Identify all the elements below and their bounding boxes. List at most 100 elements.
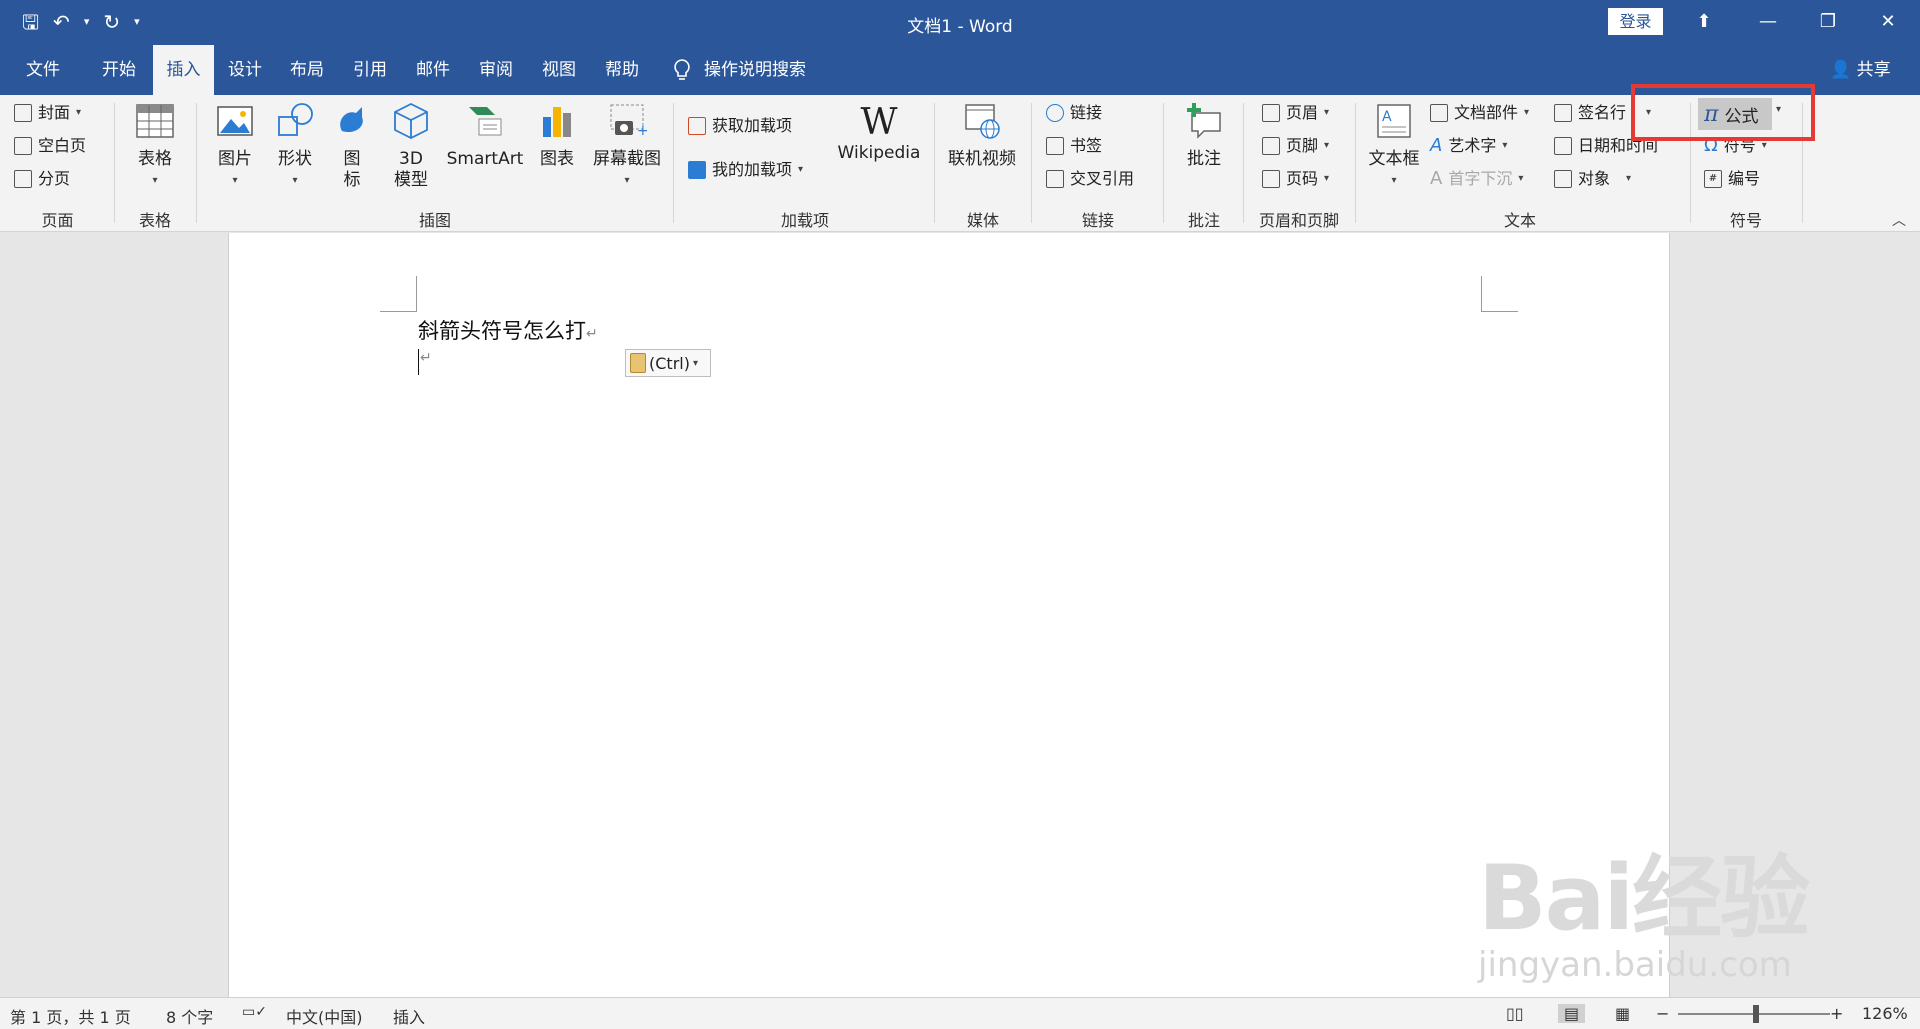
- chevron-down-icon: ▾: [1324, 140, 1330, 151]
- chevron-down-icon: ▾: [1324, 173, 1330, 184]
- signature-line-icon: [1554, 104, 1572, 122]
- wordart-button[interactable]: A 艺术字 ▾: [1430, 133, 1507, 159]
- wordart-label: 艺术字: [1448, 136, 1497, 155]
- proofing-icon[interactable]: ▭✓: [242, 1004, 267, 1020]
- link-label: 链接: [1070, 103, 1103, 122]
- get-addins-label: 获取加载项: [712, 116, 793, 135]
- group-label-tables: 表格: [138, 211, 171, 230]
- page-count[interactable]: 第 1 页，共 1 页: [10, 1004, 131, 1028]
- cube-icon: [394, 102, 428, 140]
- number-button[interactable]: # 编号: [1704, 166, 1760, 192]
- read-mode-icon[interactable]: ▯▯: [1506, 1004, 1524, 1023]
- page-number-button[interactable]: 页码 ▾: [1262, 166, 1329, 192]
- picture-button[interactable]: 图片 ▾: [210, 101, 260, 191]
- tab-mailings[interactable]: 邮件: [416, 45, 450, 95]
- page-break-button[interactable]: 分页: [14, 166, 70, 192]
- my-addins-button[interactable]: 我的加载项 ▾: [688, 157, 803, 183]
- paste-options-button[interactable]: (Ctrl) ▾: [625, 349, 711, 377]
- watermark-url: jingyan.baidu.com: [1478, 945, 1792, 985]
- collapse-ribbon-icon[interactable]: ︿: [1892, 210, 1906, 230]
- screenshot-button[interactable]: + 屏幕截图 ▾: [588, 101, 666, 191]
- chart-label: 图表: [540, 149, 574, 169]
- document-page[interactable]: [228, 233, 1670, 997]
- zoom-out-button[interactable]: −: [1656, 1004, 1669, 1023]
- close-icon[interactable]: ✕: [1866, 8, 1910, 36]
- new-comment-icon: [1187, 103, 1221, 139]
- tab-home[interactable]: 开始: [102, 45, 136, 95]
- bookmark-button[interactable]: 书签: [1046, 133, 1102, 159]
- print-layout-icon[interactable]: ▤: [1558, 1004, 1586, 1023]
- online-video-button[interactable]: 联机视频: [942, 101, 1022, 170]
- header-button[interactable]: 页眉 ▾: [1262, 100, 1329, 126]
- ribbon-display-options-icon[interactable]: ⬆: [1682, 8, 1726, 36]
- quick-parts-button[interactable]: 文档部件 ▾: [1430, 100, 1529, 126]
- comment-button[interactable]: 批注: [1174, 101, 1234, 170]
- smartart-button[interactable]: SmartArt: [444, 101, 526, 170]
- crop-mark-top-right: [1481, 276, 1518, 312]
- get-addins-button[interactable]: 获取加载项: [688, 113, 792, 139]
- group-label-text: 文本: [1503, 211, 1536, 230]
- group-label-addins: 加载项: [780, 211, 829, 230]
- 3d-models-button[interactable]: 3D 模型: [386, 101, 436, 191]
- footer-button[interactable]: 页脚 ▾: [1262, 133, 1329, 159]
- object-button[interactable]: 对象 ▾: [1554, 166, 1631, 192]
- tab-insert[interactable]: 插入: [153, 45, 214, 95]
- object-icon: [1554, 170, 1572, 188]
- svg-text:+: +: [637, 123, 647, 139]
- drop-cap-button[interactable]: A 首字下沉 ▾: [1430, 166, 1523, 192]
- drop-cap-icon: A: [1430, 168, 1443, 189]
- paragraph-mark: ↵: [420, 350, 432, 366]
- chevron-down-icon: ▾: [76, 107, 82, 118]
- blank-page-button[interactable]: 空白页: [14, 133, 86, 159]
- cover-page-icon: [14, 104, 32, 122]
- group-label-comments: 批注: [1187, 211, 1220, 230]
- group-separator: [1355, 103, 1356, 223]
- restore-icon[interactable]: ❐: [1806, 8, 1850, 36]
- tab-design[interactable]: 设计: [228, 45, 262, 95]
- 3d-models-label-line2: 模型: [394, 170, 428, 190]
- addins-cube-icon: [688, 161, 706, 179]
- shapes-button[interactable]: 形状 ▾: [268, 101, 322, 191]
- zoom-level[interactable]: 126%: [1862, 1004, 1908, 1023]
- chevron-down-icon: ▾: [1524, 107, 1530, 118]
- chevron-down-icon: ▾: [292, 175, 298, 186]
- cross-reference-button[interactable]: 交叉引用: [1046, 166, 1134, 192]
- tab-layout[interactable]: 布局: [290, 45, 324, 95]
- comment-label: 批注: [1187, 149, 1221, 169]
- insert-mode-status[interactable]: 插入: [393, 1004, 425, 1028]
- zoom-slider-thumb[interactable]: [1753, 1005, 1759, 1023]
- chevron-down-icon: ▾: [1502, 140, 1508, 151]
- blank-page-icon: [14, 137, 32, 155]
- group-label-header-footer: 页眉和页脚: [1258, 211, 1339, 230]
- tab-references[interactable]: 引用: [353, 45, 387, 95]
- web-layout-icon[interactable]: ▦: [1615, 1004, 1630, 1023]
- tab-help[interactable]: 帮助: [605, 45, 639, 95]
- paste-options-label: (Ctrl): [649, 353, 690, 373]
- tab-file[interactable]: 文件: [26, 45, 60, 95]
- picture-icon: [217, 106, 253, 136]
- share-button[interactable]: 👤 共享: [1830, 45, 1891, 95]
- table-button[interactable]: 表格 ▾: [126, 101, 184, 191]
- cover-page-button[interactable]: 封面 ▾: [14, 100, 81, 126]
- wikipedia-button[interactable]: W Wikipedia: [832, 101, 926, 164]
- tab-review[interactable]: 审阅: [479, 45, 513, 95]
- word-count[interactable]: 8 个字: [166, 1004, 213, 1028]
- group-separator: [1031, 103, 1032, 223]
- header-label: 页眉: [1286, 103, 1319, 122]
- zoom-in-button[interactable]: +: [1830, 1004, 1843, 1023]
- document-text-line: 斜箭头符号怎么打↵: [418, 315, 598, 345]
- tab-view[interactable]: 视图: [542, 45, 576, 95]
- smartart-icon: [469, 107, 502, 136]
- textbox-button[interactable]: A 文本框 ▾: [1364, 101, 1424, 191]
- login-button[interactable]: 登录: [1608, 8, 1663, 35]
- icons-button[interactable]: 图 标: [330, 101, 374, 191]
- chart-button[interactable]: 图表: [532, 101, 582, 170]
- tell-me-search[interactable]: 操作说明搜索: [672, 45, 806, 95]
- minimize-icon[interactable]: —: [1746, 8, 1790, 36]
- link-button[interactable]: 链接: [1046, 100, 1102, 126]
- chevron-down-icon: ▾: [1626, 173, 1632, 184]
- language-status[interactable]: 中文(中国): [286, 1004, 363, 1028]
- wordart-icon: A: [1430, 135, 1443, 156]
- signature-line-button[interactable]: 签名行: [1554, 100, 1626, 126]
- screenshot-label: 屏幕截图: [593, 149, 661, 169]
